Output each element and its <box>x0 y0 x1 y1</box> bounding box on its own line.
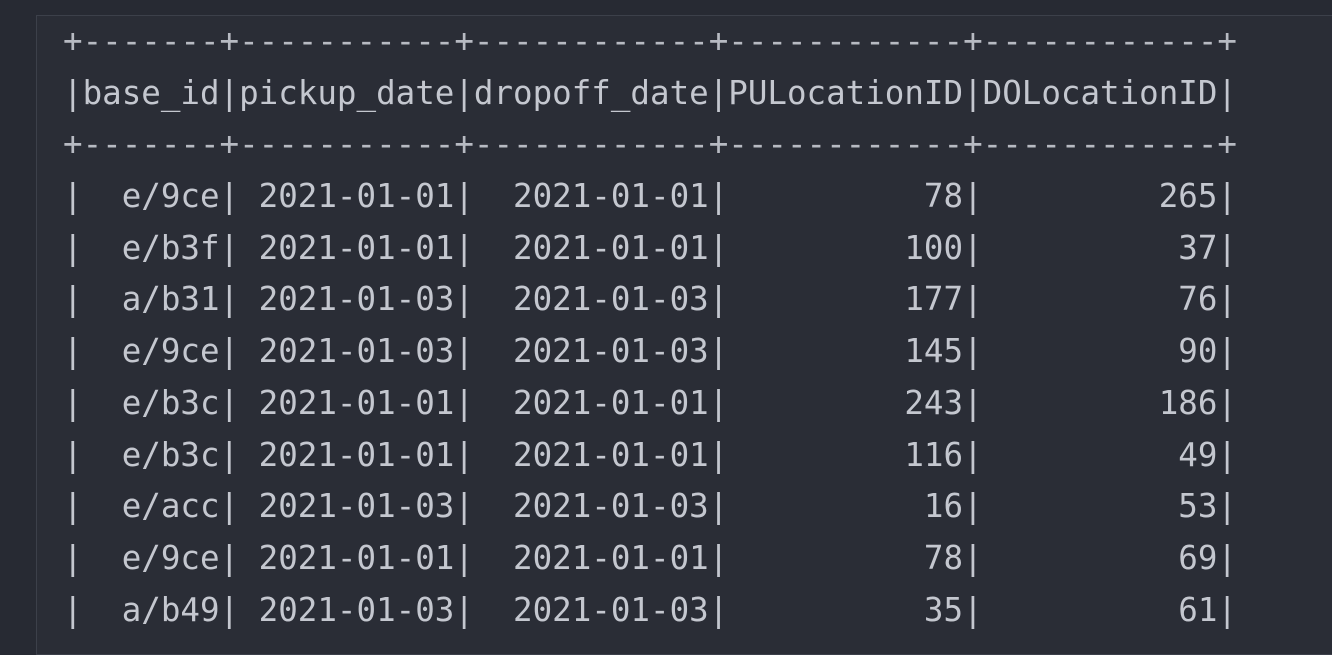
table-row: | e/acc| 2021-01-03| 2021-01-03| 16| 53| <box>63 487 1237 526</box>
table-row: | e/9ce| 2021-01-01| 2021-01-01| 78| 69| <box>63 538 1237 577</box>
table-row: | a/b31| 2021-01-03| 2021-01-03| 177| 76… <box>63 280 1237 319</box>
table-row: | a/b49| 2021-01-03| 2021-01-03| 35| 61| <box>63 590 1237 629</box>
table-row: | e/b3c| 2021-01-01| 2021-01-01| 243| 18… <box>63 383 1237 422</box>
table-header-row: |base_id|pickup_date|dropoff_date|PULoca… <box>63 73 1237 112</box>
table-header-separator: +-------+-----------+------------+------… <box>63 125 1237 164</box>
table-row: | e/9ce| 2021-01-01| 2021-01-01| 78| 265… <box>63 177 1237 216</box>
table-top-border: +-------+-----------+------------+------… <box>63 22 1237 60</box>
table-row: | e/9ce| 2021-01-03| 2021-01-03| 145| 90… <box>63 332 1237 371</box>
cell-output-panel: +-------+-----------+------------+------… <box>36 15 1332 655</box>
table-row: | e/b3c| 2021-01-01| 2021-01-01| 116| 49… <box>63 435 1237 474</box>
table-row: | e/b3f| 2021-01-01| 2021-01-01| 100| 37… <box>63 228 1237 267</box>
ascii-table: +-------+-----------+------------+------… <box>63 16 1237 636</box>
